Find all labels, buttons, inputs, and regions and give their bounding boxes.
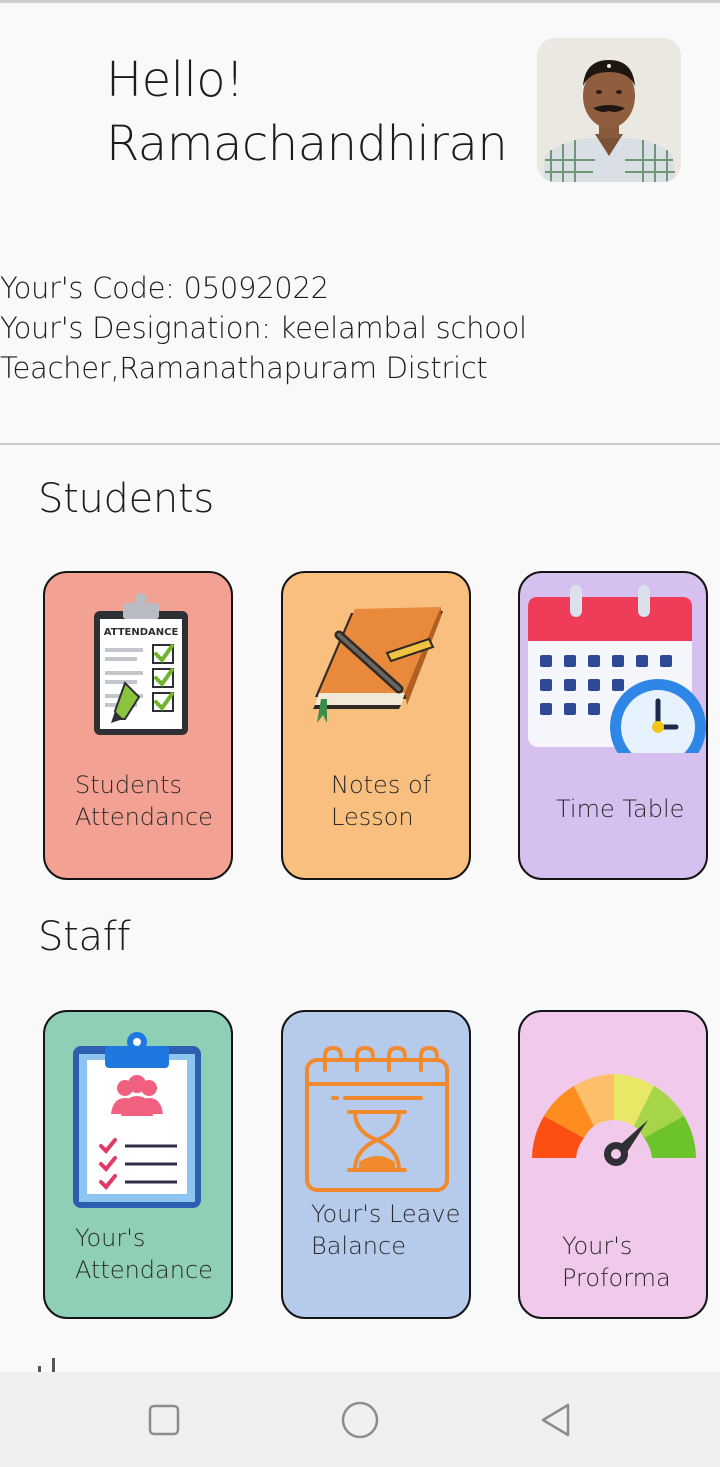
attendance-clipboard-icon: ATTENDANCE	[45, 573, 231, 753]
your-proforma-label: Your's Proforma	[562, 1232, 671, 1292]
your-proforma-card[interactable]: Your's Proforma	[518, 1010, 708, 1319]
designation-line-1: Your's Designation: keelambal school	[0, 311, 527, 345]
svg-text:ATTENDANCE: ATTENDANCE	[104, 627, 179, 638]
your-leave-balance-label: Your's Leave Balance	[311, 1200, 461, 1260]
time-table-card[interactable]: Time Table	[518, 571, 708, 880]
recent-apps-icon[interactable]	[144, 1400, 184, 1440]
greeting-header: Hello! Ramachandhiran	[106, 48, 508, 176]
students-attendance-label: Students Attendance	[75, 771, 213, 831]
notebook-pen-icon	[283, 573, 469, 753]
staff-clipboard-icon	[45, 1012, 231, 1208]
top-divider	[0, 0, 720, 3]
calendar-clock-icon	[520, 573, 706, 775]
gauge-meter-icon	[520, 1012, 706, 1192]
your-leave-balance-card[interactable]: Your's Leave Balance	[281, 1010, 471, 1319]
staff-section-title: Staff	[38, 914, 131, 960]
designation-line-2: Teacher,Ramanathapuram District	[0, 351, 488, 385]
time-table-label: Time Table	[556, 795, 685, 823]
avatar[interactable]	[537, 38, 681, 182]
user-name: Ramachandhiran	[106, 116, 508, 172]
system-navigation-bar	[0, 1372, 720, 1467]
your-attendance-card[interactable]: Your's Attendance	[43, 1010, 233, 1319]
calendar-hourglass-icon	[283, 1012, 469, 1192]
next-section-title-clipped	[38, 1356, 78, 1372]
section-divider	[0, 443, 720, 445]
back-icon[interactable]	[536, 1400, 576, 1440]
your-attendance-label: Your's Attendance	[75, 1224, 213, 1284]
profile-info: Your's Code: 05092022 Your's Designation…	[0, 268, 527, 388]
students-section-title: Students	[38, 476, 214, 522]
students-attendance-card[interactable]: ATTENDANCE Students Attendance	[43, 571, 233, 880]
employee-code: Your's Code: 05092022	[0, 271, 329, 305]
home-icon[interactable]	[340, 1400, 380, 1440]
greeting-text: Hello!	[106, 52, 244, 108]
notes-of-lesson-card[interactable]: Notes of Lesson	[281, 571, 471, 880]
notes-of-lesson-label: Notes of Lesson	[331, 771, 432, 831]
